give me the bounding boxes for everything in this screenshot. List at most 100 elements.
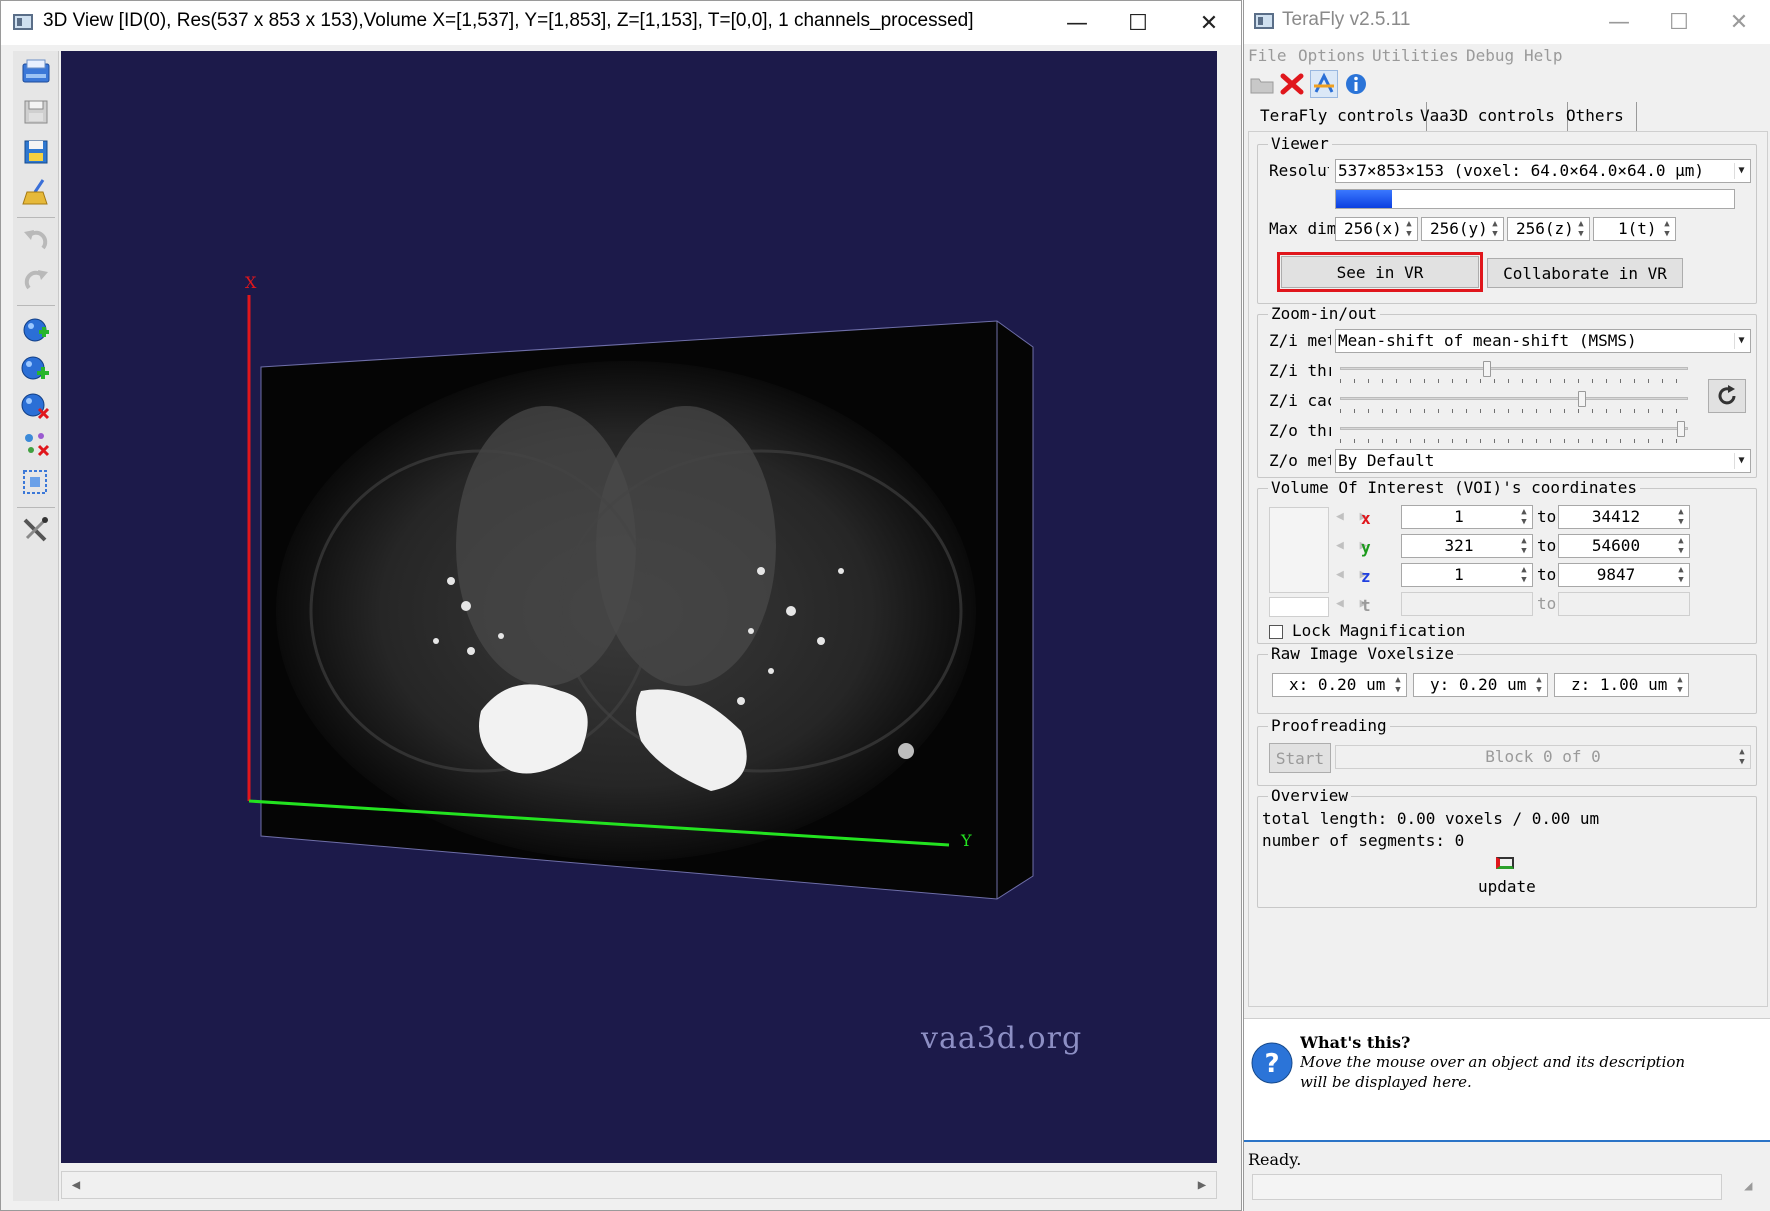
voi-t-to-spinbox[interactable] — [1558, 592, 1690, 616]
spin-arrows-icon[interactable]: ▲ ▼ — [1674, 675, 1686, 695]
spin-arrows-icon[interactable]: ▲ ▼ — [1392, 675, 1404, 695]
max-dim-t-spinbox[interactable]: 1(t) ▲ ▼ — [1593, 217, 1676, 241]
max-dim-y-spinbox[interactable]: 256(y) ▲ ▼ — [1421, 217, 1504, 241]
terafly-minimize-button[interactable]: — — [1589, 0, 1649, 44]
voxel-z-spinbox[interactable]: z: 1.00 um ▲ ▼ — [1554, 673, 1689, 697]
slider-handle[interactable] — [1483, 361, 1491, 377]
spin-arrows-icon[interactable]: ▲ ▼ — [1575, 219, 1587, 239]
lock-magnification-checkbox[interactable] — [1269, 625, 1283, 639]
spin-arrows-icon[interactable]: ▲ ▼ — [1489, 219, 1501, 239]
redo-icon[interactable] — [19, 263, 53, 297]
voxel-x-spinbox[interactable]: x: 0.20 um ▲ ▼ — [1272, 673, 1407, 697]
menu-options[interactable]: Options — [1298, 46, 1365, 65]
refresh-button[interactable] — [1708, 379, 1746, 413]
block-spinbox[interactable]: Block 0 of 0 ▲ ▼ — [1335, 745, 1751, 769]
spin-arrows-icon[interactable]: ▲ ▼ — [1661, 219, 1673, 239]
voi-x-to-spinbox[interactable]: 34412 ▲ ▼ — [1558, 505, 1690, 529]
spin-arrows-icon[interactable]: ▲ ▼ — [1675, 565, 1687, 585]
voi-z-to-spinbox[interactable]: 9847 ▲ ▼ — [1558, 563, 1690, 587]
voi-y-to-spinbox[interactable]: 54600 ▲ ▼ — [1558, 534, 1690, 558]
clean-icon[interactable] — [19, 175, 53, 209]
menu-help[interactable]: Help — [1524, 46, 1563, 65]
zi-method-value: Mean-shift of mean-shift (MSMS) — [1338, 331, 1637, 350]
voxel-y-spinbox[interactable]: y: 0.20 um ▲ ▼ — [1413, 673, 1548, 697]
resolution-label: Resolut — [1269, 161, 1329, 180]
spin-arrows-icon[interactable]: ▲ ▼ — [1736, 747, 1748, 767]
maximize-button[interactable]: ☐ — [1108, 1, 1168, 45]
see-in-vr-button[interactable]: See in VR — [1281, 256, 1479, 288]
open-folder-icon[interactable] — [1248, 70, 1276, 98]
spin-arrows-icon[interactable]: ▲ ▼ — [1675, 536, 1687, 556]
delete-marker-icon[interactable] — [19, 389, 53, 423]
zoom-region-icon[interactable] — [19, 465, 53, 499]
spin-arrows-icon[interactable]: ▲ ▼ — [1533, 675, 1545, 695]
max-dim-y-value: 256(y) — [1430, 219, 1488, 238]
slider-handle[interactable] — [1677, 421, 1685, 437]
viewer-group-title: Viewer — [1268, 134, 1332, 153]
add-marker-icon[interactable] — [19, 351, 53, 385]
info-icon[interactable] — [1342, 70, 1370, 98]
terafly-titlebar[interactable]: TeraFly v2.5.11 — ☐ ✕ — [1244, 0, 1770, 44]
3d-view-titlebar[interactable]: 3D View [ID(0), Res(537 x 853 x 153),Vol… — [1, 1, 1241, 45]
voi-group-title: Volume Of Interest (VOI)'s coordinates — [1268, 478, 1641, 497]
update-icon[interactable] — [1496, 857, 1514, 869]
menu-file[interactable]: File — [1248, 46, 1287, 65]
save-icon[interactable] — [19, 95, 53, 129]
settings-icon[interactable] — [19, 513, 53, 547]
menu-utilities[interactable]: Utilities — [1372, 46, 1459, 65]
resize-grip-icon[interactable]: ◢ — [1744, 1178, 1752, 1194]
close-image-icon[interactable] — [1278, 70, 1306, 98]
annotation-tool-icon[interactable] — [1310, 70, 1338, 98]
tab-vaa3d-controls[interactable]: Vaa3D controls — [1408, 102, 1568, 132]
spin-arrows-icon[interactable]: ▲ ▼ — [1518, 565, 1530, 585]
zo-method-value: By Default — [1338, 451, 1435, 470]
voi-t-from-spinbox[interactable] — [1401, 592, 1533, 616]
minimize-button[interactable]: — — [1047, 1, 1107, 45]
slider-handle[interactable] — [1578, 391, 1586, 407]
proofreading-group-title: Proofreading — [1268, 716, 1390, 735]
voi-x-from-spinbox[interactable]: 1 ▲ ▼ — [1401, 505, 1533, 529]
overview-segment-count: number of segments: 0 — [1262, 831, 1465, 850]
y-axis-label: Y — [961, 831, 972, 850]
tab-terafly-controls[interactable]: TeraFly controls — [1248, 102, 1428, 132]
zi-cache-slider[interactable] — [1340, 391, 1688, 415]
zo-method-select[interactable]: By Default ▼ — [1335, 449, 1751, 473]
terafly-maximize-button[interactable]: ☐ — [1649, 0, 1709, 44]
loading-progress-bar — [1335, 189, 1735, 209]
collaborate-in-vr-button[interactable]: Collaborate in VR — [1487, 258, 1683, 288]
scroll-right-icon[interactable]: ▶ — [1190, 1172, 1214, 1198]
tab-others[interactable]: Others — [1554, 102, 1637, 132]
whats-this-title: What's this? — [1300, 1033, 1411, 1052]
resolution-select[interactable]: 537×853×153 (voxel: 64.0×64.0×64.0 μm) ▼ — [1335, 159, 1751, 183]
terafly-toolbar — [1244, 68, 1770, 100]
terafly-window: TeraFly v2.5.11 — ☐ ✕ File Options Utili… — [1243, 0, 1770, 1211]
screenshot-icon[interactable] — [19, 55, 53, 89]
status-bar — [1252, 1174, 1722, 1200]
max-dim-x-spinbox[interactable]: 256(x) ▲ ▼ — [1335, 217, 1418, 241]
zi-threshold-slider[interactable] — [1340, 361, 1688, 385]
proofreading-start-button[interactable]: Start — [1269, 743, 1331, 773]
3d-canvas[interactable]: X Y — [61, 51, 1217, 1163]
max-dim-z-spinbox[interactable]: 256(z) ▲ ▼ — [1507, 217, 1590, 241]
scroll-left-icon[interactable]: ◀ — [64, 1172, 88, 1198]
load-surface-icon[interactable] — [19, 313, 53, 347]
horizontal-scrollbar[interactable]: ◀ ▶ — [61, 1171, 1217, 1199]
terafly-close-button[interactable]: ✕ — [1709, 0, 1769, 44]
zo-threshold-slider[interactable] — [1340, 421, 1688, 445]
close-button[interactable]: ✕ — [1179, 1, 1239, 45]
spin-arrows-icon[interactable]: ▲ ▼ — [1675, 507, 1687, 527]
menu-debug[interactable]: Debug — [1466, 46, 1514, 65]
whats-this-line2: will be displayed here. — [1300, 1073, 1472, 1091]
zi-method-select[interactable]: Mean-shift of mean-shift (MSMS) ▼ — [1335, 329, 1751, 353]
voi-z-from-spinbox[interactable]: 1 ▲ ▼ — [1401, 563, 1533, 587]
spin-arrows-icon[interactable]: ▲ ▼ — [1403, 219, 1415, 239]
undo-icon[interactable] — [19, 223, 53, 257]
save-as-icon[interactable] — [19, 135, 53, 169]
refresh-icon — [1718, 385, 1736, 405]
voxelsize-group: Raw Image Voxelsize x: 0.20 um ▲ ▼ y: 0.20… — [1257, 644, 1757, 714]
voi-y-from-spinbox[interactable]: 321 ▲ ▼ — [1401, 534, 1533, 558]
max-dim-t-value: 1(t) — [1618, 219, 1657, 238]
spin-arrows-icon[interactable]: ▲ ▼ — [1518, 507, 1530, 527]
spin-arrows-icon[interactable]: ▲ ▼ — [1518, 536, 1530, 556]
neuron-tools-icon[interactable] — [19, 427, 53, 461]
